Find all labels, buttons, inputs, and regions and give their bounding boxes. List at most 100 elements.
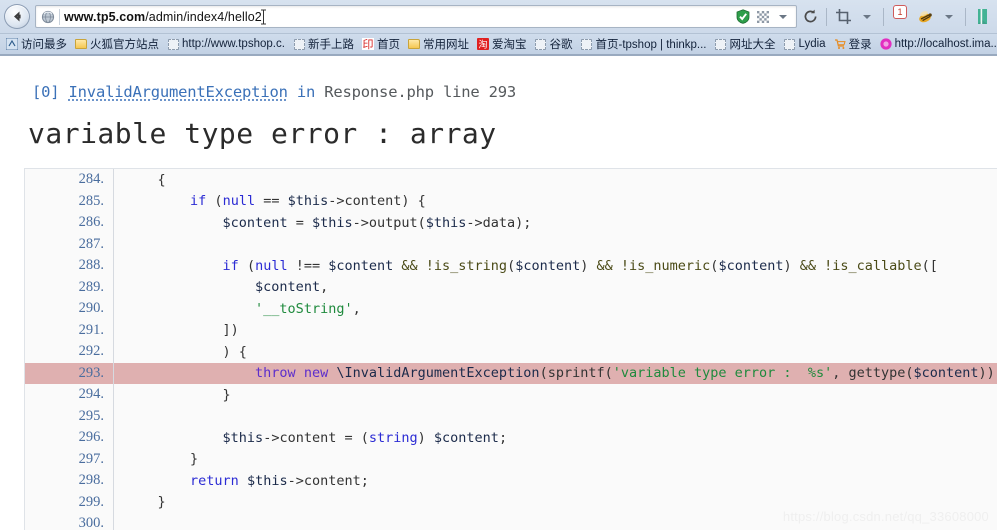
bookmark-label: 新手上路 bbox=[308, 39, 354, 51]
code-token: !== bbox=[287, 257, 329, 274]
bookmark-common-sites[interactable]: 常用网址 bbox=[404, 35, 473, 53]
code-line: 300. bbox=[25, 513, 997, 530]
line-number: 298. bbox=[78, 472, 104, 489]
line-source: } bbox=[113, 451, 997, 467]
line-source: $content = $this->output($this->data); bbox=[113, 215, 997, 231]
line-number: 294. bbox=[78, 386, 104, 403]
exception-class-link[interactable]: InvalidArgumentException bbox=[69, 83, 288, 101]
bookmark-login[interactable]: 登录 bbox=[830, 35, 876, 53]
line-source: '__toString', bbox=[113, 301, 997, 317]
bookmark-tpshop-home[interactable]: 首页-tpshop | thinkp... bbox=[577, 35, 711, 53]
bookmark-addon-button[interactable] bbox=[971, 4, 993, 29]
bookmark-most-visited[interactable]: 访问最多 bbox=[2, 35, 71, 53]
code-token: $this bbox=[425, 214, 467, 231]
code-token: $content bbox=[328, 257, 394, 274]
chevron-down-icon[interactable] bbox=[774, 8, 792, 26]
screenshot-button[interactable] bbox=[832, 4, 854, 29]
svg-text:印: 印 bbox=[363, 38, 374, 50]
bookmark-label: 火狐官方站点 bbox=[90, 39, 159, 51]
blank-icon bbox=[293, 38, 305, 50]
line-source: ]) bbox=[113, 322, 997, 338]
code-line: 299. } bbox=[25, 492, 997, 514]
line-number: 296. bbox=[78, 429, 104, 446]
bookmark-site-directory[interactable]: 网址大全 bbox=[711, 35, 780, 53]
toolbar-separator-3 bbox=[965, 7, 966, 26]
code-token: ([ bbox=[921, 257, 938, 274]
url-path: /admin/index4/hello2 bbox=[145, 9, 262, 24]
reload-icon bbox=[804, 9, 816, 23]
code-token: !is_string bbox=[425, 257, 508, 274]
screenshot-dropdown[interactable] bbox=[856, 4, 878, 29]
globe-icon[interactable] bbox=[38, 7, 58, 26]
blank-icon bbox=[715, 38, 727, 50]
code-token: $content bbox=[255, 279, 321, 296]
exception-in-keyword: in bbox=[296, 83, 316, 101]
bookmark-newbie[interactable]: 新手上路 bbox=[289, 35, 358, 53]
bookmark-home-yin[interactable]: 印 首页 bbox=[358, 35, 404, 53]
urlbar-actions bbox=[734, 8, 794, 26]
gutter-divider bbox=[113, 169, 114, 530]
line-source: if (null !== $content && !is_string($con… bbox=[113, 258, 997, 274]
reload-button[interactable] bbox=[799, 4, 821, 29]
honey-addon-button[interactable] bbox=[913, 4, 936, 29]
bookmark-label: 首页 bbox=[377, 39, 400, 51]
code-token: ; bbox=[498, 429, 508, 446]
line-source: ) { bbox=[113, 344, 997, 360]
bookmark-lydia[interactable]: Lydia bbox=[780, 37, 830, 51]
bookmark-label: http://localhost.ima... bbox=[894, 38, 997, 50]
bookmark-google[interactable]: 谷歌 bbox=[531, 35, 577, 53]
code-token: new bbox=[303, 365, 329, 382]
folder-icon bbox=[408, 38, 420, 50]
url-host: www.tp5.com bbox=[64, 9, 146, 24]
code-line: 298. return $this->content; bbox=[25, 470, 997, 492]
code-token: ( bbox=[604, 365, 613, 382]
code-token: null bbox=[222, 193, 256, 210]
code-token: '__toString' bbox=[255, 300, 353, 317]
exception-line-keyword: line bbox=[443, 83, 480, 101]
code-token: ->content = ( bbox=[263, 429, 369, 446]
code-token: ->output( bbox=[352, 214, 426, 231]
code-line: 288. if (null !== $content && !is_string… bbox=[25, 255, 997, 277]
url-bar[interactable]: www.tp5.com/admin/index4/hello2 bbox=[35, 5, 797, 28]
code-token: null bbox=[255, 257, 288, 274]
bookmark-label: 网址大全 bbox=[729, 39, 776, 51]
identity-separator bbox=[59, 8, 60, 25]
code-token: gettype bbox=[848, 365, 906, 382]
code-token: && bbox=[393, 257, 426, 274]
addon-dropdown[interactable] bbox=[938, 4, 960, 29]
line-source: $content, bbox=[113, 279, 997, 295]
url-text[interactable]: www.tp5.com/admin/index4/hello2 bbox=[64, 10, 734, 24]
script-blocker-icon[interactable] bbox=[754, 8, 772, 26]
exception-line-number: 293 bbox=[488, 83, 517, 101]
bookmark-firefox-site[interactable]: 火狐官方站点 bbox=[71, 35, 163, 53]
bookmark-label: 访问最多 bbox=[21, 39, 67, 51]
addon-badge[interactable]: 1 bbox=[889, 4, 911, 29]
code-line: 289. $content, bbox=[25, 277, 997, 299]
line-source: } bbox=[113, 494, 997, 510]
line-source: } bbox=[113, 387, 997, 403]
most-visited-icon bbox=[6, 38, 18, 50]
code-line: 285. if (null == $this->content) { bbox=[25, 191, 997, 213]
blank-icon bbox=[535, 38, 547, 50]
code-token: if bbox=[190, 193, 207, 210]
bookmark-itaobao[interactable]: 淘 爱淘宝 bbox=[473, 35, 531, 53]
code-token: $this bbox=[222, 429, 264, 446]
code-line: 287. bbox=[25, 234, 997, 256]
badge-count: 1 bbox=[893, 5, 907, 19]
shield-green-icon[interactable] bbox=[734, 8, 752, 26]
back-button[interactable] bbox=[4, 4, 30, 29]
code-token: ) bbox=[417, 429, 434, 446]
code-token: 'variable type error : %s' bbox=[612, 365, 833, 382]
bookmark-label: 谷歌 bbox=[549, 39, 573, 51]
cart-icon bbox=[834, 38, 846, 50]
line-number: 286. bbox=[78, 214, 104, 231]
line-number: 295. bbox=[78, 407, 104, 424]
bookmark-localhost[interactable]: http://localhost.ima... bbox=[876, 37, 997, 51]
bookmark-label: 登录 bbox=[848, 39, 872, 51]
bookmark-tpshop[interactable]: http://www.tpshop.c... bbox=[163, 37, 289, 51]
code-token: ( bbox=[539, 365, 548, 382]
